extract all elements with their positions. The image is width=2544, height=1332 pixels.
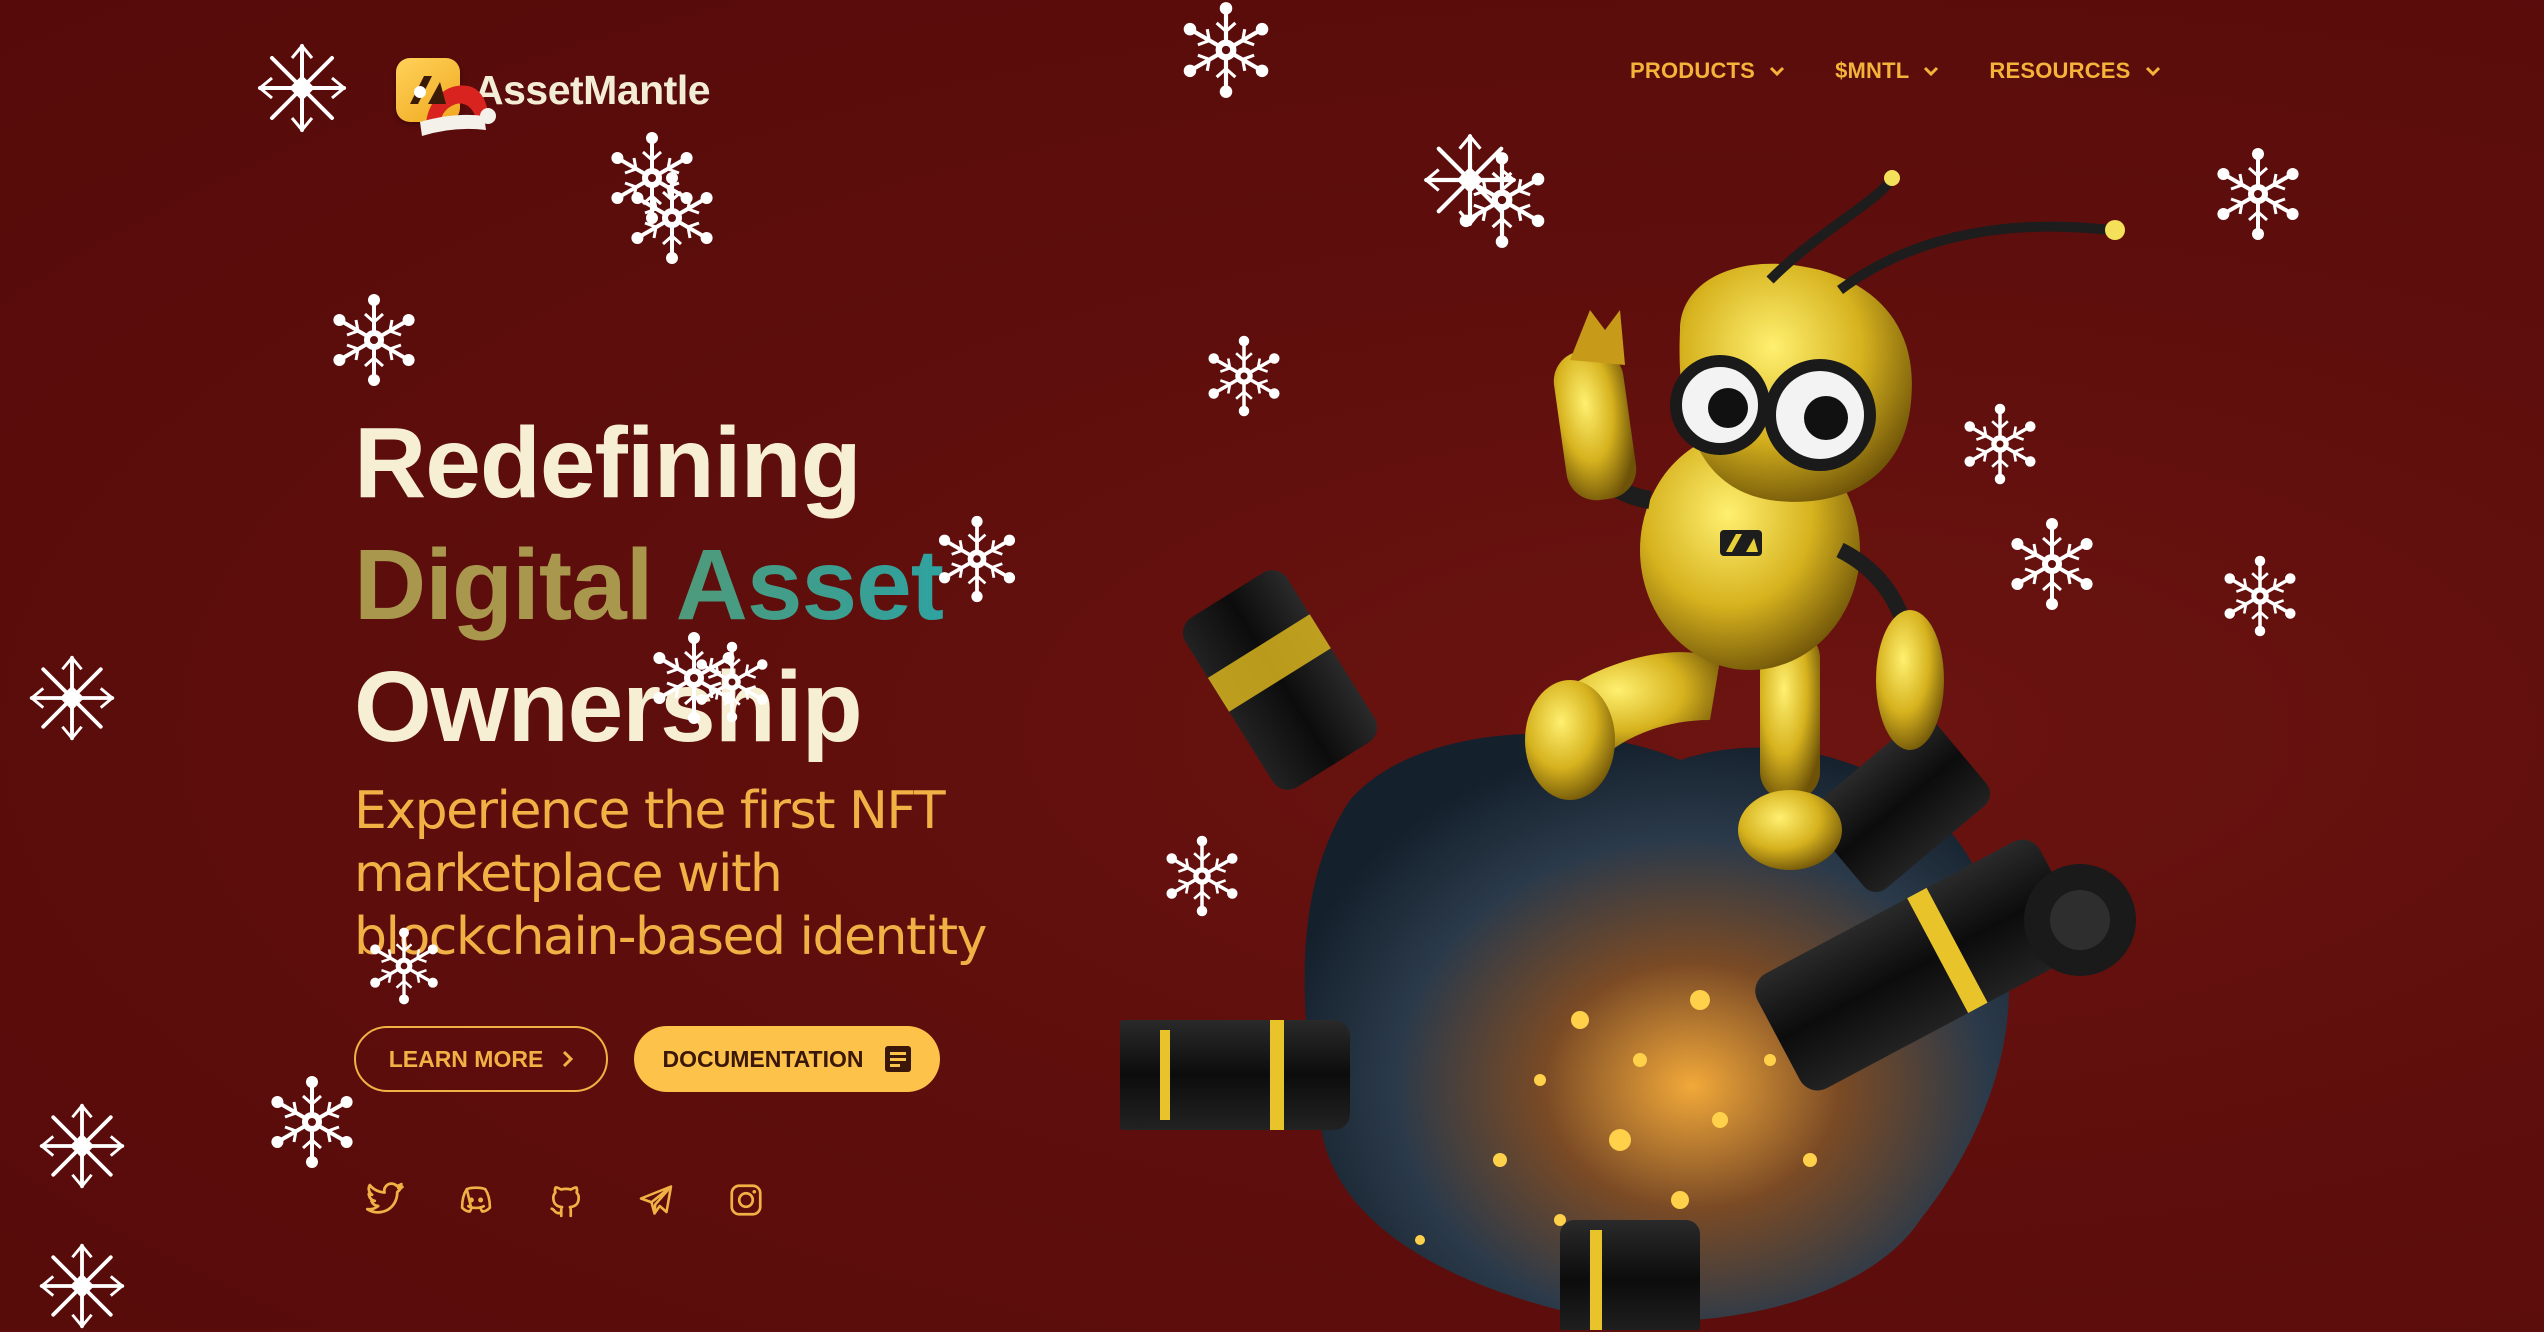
hero-subtitle: Experience the first NFT marketplace wit… (354, 780, 987, 969)
snowflake-icon (1452, 150, 1552, 250)
snowflake-icon (937, 514, 1017, 604)
hero-title-line-1: Redefining (354, 407, 862, 519)
hero-subtitle-line-3: blockchain-based identity (354, 907, 987, 967)
snowflake-icon (2009, 516, 2095, 612)
nav-item-label: PRODUCTS (1630, 58, 1756, 83)
snowflake-icon (331, 292, 417, 388)
chevron-down-icon (1924, 66, 1939, 77)
snowflake-icon (258, 44, 346, 132)
document-icon (884, 1046, 911, 1072)
chevron-down-icon (2145, 66, 2160, 77)
snowflake-icon (1176, 0, 1276, 100)
discord-icon[interactable] (456, 1180, 496, 1220)
snowflake-icon (629, 170, 715, 266)
snowflake-icon (29, 655, 115, 741)
snowflake-icon (694, 640, 770, 724)
telegram-icon[interactable] (636, 1180, 676, 1220)
chevron-right-icon (563, 1050, 574, 1068)
assetmantle-logo-icon (396, 58, 496, 136)
chevron-down-icon (1770, 66, 1785, 77)
snowflake-icon (1164, 834, 1240, 918)
hero-subtitle-line-1: Experience the first NFT (354, 781, 946, 841)
learn-more-label: LEARN MORE (388, 1045, 544, 1072)
snowflake-icon (2215, 146, 2301, 242)
social-links (366, 1180, 766, 1220)
snowflake-icon (2222, 554, 2298, 638)
learn-more-button[interactable]: LEARN MORE (354, 1026, 608, 1092)
documentation-label: DOCUMENTATION (662, 1045, 864, 1072)
hero-title-asset: Asset (675, 529, 944, 641)
snowflake-icon (1206, 334, 1282, 418)
hero-title-digital: Digital (354, 529, 654, 641)
snowflake-icon (1962, 402, 2038, 486)
brand-name: AssetMantle (474, 66, 711, 113)
twitter-icon[interactable] (366, 1180, 406, 1220)
snowflake-icon (368, 926, 440, 1006)
nav-item-mntl[interactable]: $MNTL (1835, 58, 1939, 84)
hero-subtitle-line-2: marketplace with (354, 844, 783, 904)
nav-item-resources[interactable]: RESOURCES (1989, 58, 2160, 84)
brand-logo[interactable]: AssetMantle (396, 50, 726, 136)
documentation-button[interactable]: DOCUMENTATION (634, 1026, 940, 1092)
github-icon[interactable] (546, 1180, 586, 1220)
main-nav: PRODUCTS $MNTL RESOURCES (1630, 58, 2211, 84)
snowflake-icon (269, 1074, 355, 1170)
snowflake-icon (39, 1103, 125, 1189)
nav-item-label: $MNTL (1835, 58, 1910, 83)
snowflake-icon (39, 1243, 125, 1329)
instagram-icon[interactable] (726, 1180, 766, 1220)
nav-item-products[interactable]: PRODUCTS (1630, 58, 1785, 84)
nav-item-label: RESOURCES (1989, 58, 2131, 83)
